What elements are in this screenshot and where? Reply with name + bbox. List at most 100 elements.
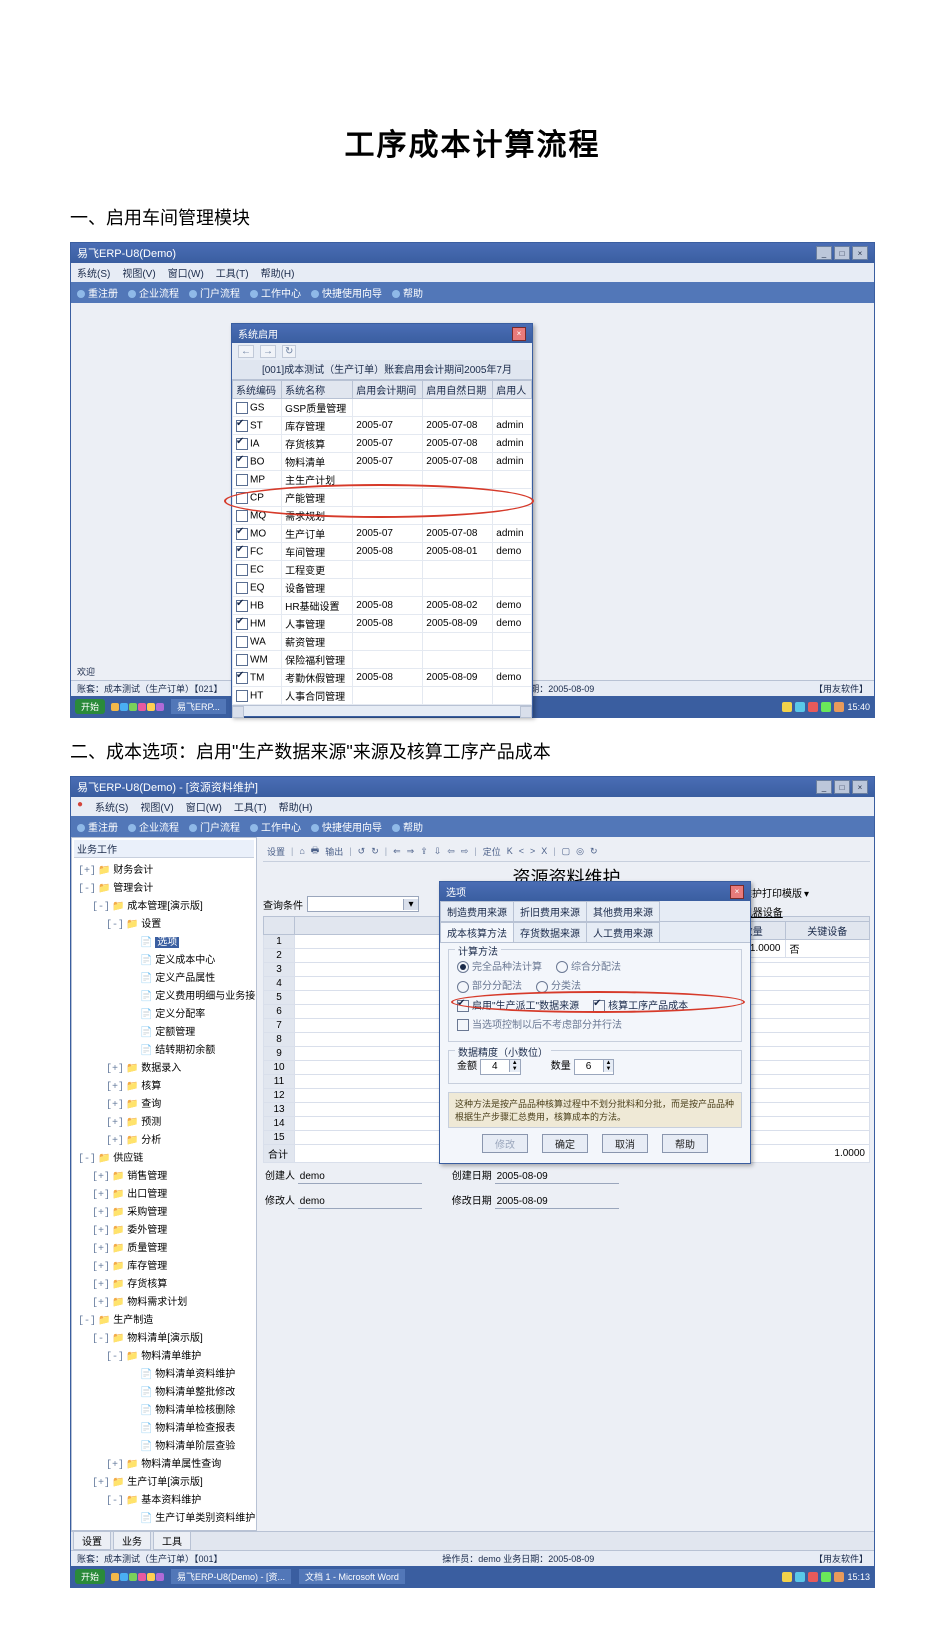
- tb-flow[interactable]: 企业流程: [128, 285, 179, 300]
- ts-setup[interactable]: 设置: [267, 845, 285, 858]
- tb-wizard[interactable]: 快捷使用向导: [311, 819, 382, 834]
- tree-node[interactable]: [+]📁 销售管理: [78, 1166, 254, 1184]
- ql-icon[interactable]: [129, 703, 137, 711]
- ts-btn[interactable]: ⇨: [461, 846, 469, 857]
- system-row[interactable]: HM人事管理2005-082005-08-09demo: [233, 615, 532, 633]
- row-checkbox[interactable]: [236, 564, 248, 576]
- row-checkbox[interactable]: [236, 618, 248, 630]
- menu-view[interactable]: 视图(V): [122, 265, 155, 280]
- tree-node[interactable]: 📄 物料清单阶层查验: [78, 1436, 254, 1454]
- minimize-button[interactable]: _: [816, 780, 832, 794]
- tree-node[interactable]: [+]📁 出口管理: [78, 1184, 254, 1202]
- amount-spin[interactable]: ▲▼: [480, 1059, 521, 1075]
- tree-node[interactable]: 📄 定额管理: [78, 1022, 254, 1040]
- row-checkbox[interactable]: [236, 600, 248, 612]
- scroll-arrow-left[interactable]: [232, 706, 244, 718]
- tree-node[interactable]: 📄 物料清单检查报表: [78, 1418, 254, 1436]
- tree-node[interactable]: [-]📁 设置: [78, 914, 254, 932]
- tree-node[interactable]: [+]📁 库存管理: [78, 1256, 254, 1274]
- system-table[interactable]: 系统编码 系统名称 启用会计期间 启用自然日期 启用人 GSGSP质量管理ST库…: [232, 380, 532, 705]
- qty-spin[interactable]: ▲▼: [574, 1059, 615, 1075]
- tree-node[interactable]: [-]📁 物料清单维护: [78, 1346, 254, 1364]
- ts-btn[interactable]: <: [519, 846, 524, 856]
- system-row[interactable]: TM考勤休假管理2005-082005-08-09demo: [233, 669, 532, 687]
- ts-btn[interactable]: 🖶: [311, 843, 320, 859]
- tree-node[interactable]: 📄 结转期初余额: [78, 1040, 254, 1058]
- tray-icon[interactable]: [795, 702, 805, 712]
- tab-mfg-cost[interactable]: 制造费用来源: [440, 901, 514, 921]
- radio-full[interactable]: [457, 961, 469, 973]
- menu-system[interactable]: 系统(S): [77, 265, 110, 280]
- ts-btn[interactable]: ⇩: [434, 846, 442, 857]
- tree-node[interactable]: [+]📁 分析: [78, 1130, 254, 1148]
- tab-cost-method[interactable]: 成本核算方法: [440, 922, 514, 942]
- tb-flow[interactable]: 企业流程: [128, 819, 179, 834]
- tray-icon[interactable]: [821, 702, 831, 712]
- ts-btn[interactable]: ↺: [358, 846, 366, 857]
- tab-labor-cost[interactable]: 人工费用来源: [586, 922, 660, 942]
- system-row[interactable]: EQ设备管理: [233, 579, 532, 597]
- minimize-button[interactable]: _: [816, 246, 832, 260]
- tree-node[interactable]: [+]📁 数据录入: [78, 1058, 254, 1076]
- maximize-button[interactable]: □: [834, 780, 850, 794]
- system-row[interactable]: WM保险福利管理: [233, 651, 532, 669]
- tree-node[interactable]: [+]📁 财务会计: [78, 860, 254, 878]
- tree-node[interactable]: [+]📁 质量管理: [78, 1238, 254, 1256]
- ts-btn[interactable]: ↻: [371, 846, 379, 857]
- tree-node[interactable]: [+]📁 生产订单[演示版]: [78, 1472, 254, 1490]
- tab-inv-source[interactable]: 存货数据来源: [513, 922, 587, 942]
- ts-btn[interactable]: ⇐: [393, 846, 401, 857]
- tray-icon[interactable]: [834, 1572, 844, 1582]
- menu-tools[interactable]: 工具(T): [216, 265, 249, 280]
- radio-composite[interactable]: [556, 961, 568, 973]
- dlg-tool-forward[interactable]: →: [260, 345, 276, 358]
- ql-icon[interactable]: [120, 1573, 128, 1581]
- system-row[interactable]: FC车间管理2005-082005-08-01demo: [233, 543, 532, 561]
- menu-window[interactable]: 窗口(W): [168, 265, 204, 280]
- ts-btn[interactable]: ◎: [576, 846, 584, 857]
- row-checkbox[interactable]: [236, 672, 248, 684]
- task-item[interactable]: 文档 1 - Microsoft Word: [298, 1568, 406, 1585]
- chk-prod-source[interactable]: [457, 1000, 469, 1012]
- tray-icon[interactable]: [795, 1572, 805, 1582]
- tree-node[interactable]: [-]📁 管理会计: [78, 878, 254, 896]
- ts-btn[interactable]: ⌂: [299, 846, 304, 856]
- menu-help[interactable]: 帮助(H): [279, 799, 313, 814]
- tray-icon[interactable]: [834, 702, 844, 712]
- system-row[interactable]: CP产能管理: [233, 489, 532, 507]
- tray-icon[interactable]: [808, 1572, 818, 1582]
- ql-icon[interactable]: [129, 1573, 137, 1581]
- btn-modify[interactable]: 修改: [482, 1134, 528, 1153]
- tree-node[interactable]: [+]📁 物料需求计划: [78, 1292, 254, 1310]
- cond-combo[interactable]: ▾: [307, 896, 419, 912]
- tb-reregister[interactable]: 重注册: [77, 819, 118, 834]
- tree-node[interactable]: 📄 物料清单检核删除: [78, 1400, 254, 1418]
- tree-node[interactable]: 📄 定义产品属性: [78, 968, 254, 986]
- tree-node[interactable]: [-]📁 供应链: [78, 1148, 254, 1166]
- tree-node[interactable]: [-]📁 生产制造: [78, 1310, 254, 1328]
- row-checkbox[interactable]: [236, 474, 248, 486]
- ql-icon[interactable]: [111, 703, 119, 711]
- row-checkbox[interactable]: [236, 636, 248, 648]
- system-row[interactable]: IA存货核算2005-072005-07-08admin: [233, 435, 532, 453]
- chk-process-cost[interactable]: [593, 1000, 605, 1012]
- tree-node[interactable]: [+]📁 核算: [78, 1076, 254, 1094]
- tb-wizard[interactable]: 快捷使用向导: [311, 285, 382, 300]
- lowtab-tools[interactable]: 工具: [153, 1532, 191, 1550]
- radio-partial[interactable]: [457, 981, 469, 993]
- options-close-button[interactable]: ×: [730, 885, 744, 899]
- ql-icon[interactable]: [147, 703, 155, 711]
- ts-btn[interactable]: >: [530, 846, 535, 856]
- ts-btn[interactable]: ↻: [590, 846, 598, 857]
- tree-node[interactable]: 📄 定义费用明细与业务接口: [78, 986, 254, 1004]
- chk-parallel[interactable]: [457, 1019, 469, 1031]
- row-checkbox[interactable]: [236, 420, 248, 432]
- ts-btn[interactable]: ⇒: [407, 846, 415, 857]
- scroll-arrow-right[interactable]: [520, 706, 532, 718]
- row-checkbox[interactable]: [236, 654, 248, 666]
- tree-node[interactable]: 📄 物料清单资料维护: [78, 1364, 254, 1382]
- ql-icon[interactable]: [120, 703, 128, 711]
- dlg-tool-back[interactable]: ←: [238, 345, 254, 358]
- system-row[interactable]: MP主生产计划: [233, 471, 532, 489]
- tab-other-cost[interactable]: 其他费用来源: [586, 901, 660, 921]
